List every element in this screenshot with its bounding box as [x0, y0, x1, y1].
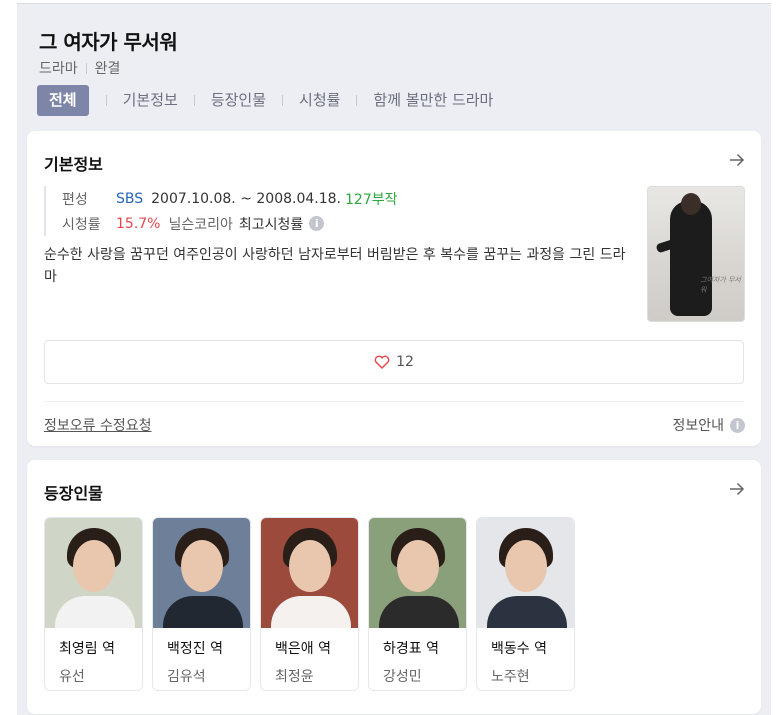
tab-basic-info[interactable]: 기본정보 — [123, 85, 178, 116]
drama-meta: 드라마 완결 — [39, 58, 120, 78]
broadcaster-link[interactable]: SBS — [116, 191, 143, 207]
heart-outline-icon — [374, 355, 390, 369]
tab-all[interactable]: 전체 — [37, 85, 89, 116]
cast-card-item[interactable]: 백동수 역 노주현 — [476, 517, 575, 691]
tab-divider — [282, 95, 284, 106]
info-icon[interactable]: i — [309, 216, 325, 231]
cast-title[interactable]: 등장인물 — [44, 480, 103, 504]
rating-value: 15.7% — [116, 215, 161, 232]
poster-head — [681, 193, 701, 215]
report-error-link[interactable]: 정보오류 수정요청 — [44, 415, 152, 435]
tab-related-dramas[interactable]: 함께 볼만한 드라마 — [373, 85, 493, 116]
cast-actor: 유선 — [59, 669, 85, 685]
card-divider — [44, 401, 744, 402]
rating-label: 시청률 — [62, 216, 101, 233]
tab-divider — [105, 95, 107, 106]
cast-actor: 노주현 — [491, 669, 530, 685]
cast-face — [73, 540, 115, 592]
drama-title: 그 여자가 무서워 — [39, 30, 178, 54]
cast-photo — [261, 518, 358, 628]
cast-face — [181, 540, 223, 592]
status-label: 완결 — [94, 61, 121, 77]
cast-card-item[interactable]: 최영림 역 유선 — [44, 517, 143, 691]
cast-clothes — [55, 596, 135, 628]
cast-photo — [45, 518, 142, 628]
cast-actor: 최정윤 — [275, 669, 314, 685]
cast-face — [289, 540, 331, 592]
cast-list: 최영림 역 유선 백정진 역 김유석 백은애 역 최정윤 하경표 역 강성민 백… — [44, 517, 584, 691]
cast-face — [505, 540, 547, 592]
cast-clothes — [163, 596, 243, 628]
tab-divider — [193, 95, 195, 106]
cast-role: 최영림 역 — [59, 641, 115, 657]
cast-card-item[interactable]: 백정진 역 김유석 — [152, 517, 251, 691]
cast-role: 하경표 역 — [383, 641, 439, 657]
cast-role: 백정진 역 — [167, 641, 223, 657]
like-button[interactable]: 12 — [44, 340, 744, 384]
poster-text: 그여자가 무서워 — [700, 276, 741, 294]
cast-clothes — [487, 596, 567, 628]
tab-bar: 전체 기본정보 등장인물 시청률 함께 볼만한 드라마 — [37, 85, 493, 116]
cast-card-item[interactable]: 백은애 역 최정윤 — [260, 517, 359, 691]
cast-actor: 김유석 — [167, 669, 206, 685]
cast-photo — [477, 518, 574, 628]
broadcast-row: 편성 SBS 2007.10.08. ~ 2008.04.18. 127부작 — [62, 186, 397, 211]
drama-description: 순수한 사랑을 꿈꾸던 여주인공이 사랑하던 남자로부터 버림받은 후 복수를 … — [44, 247, 626, 285]
broadcast-period: 2007.10.08. ~ 2008.04.18. — [151, 190, 341, 207]
cast-role: 백은애 역 — [275, 641, 331, 657]
genre-label: 드라마 — [39, 61, 78, 77]
like-count: 12 — [396, 354, 414, 370]
drama-poster[interactable]: 그여자가 무서워 — [647, 186, 745, 322]
cast-clothes — [379, 596, 459, 628]
cast-clothes — [271, 596, 351, 628]
poster-figure — [670, 201, 712, 316]
cast-face — [397, 540, 439, 592]
basic-info-card: 기본정보 편성 SBS 2007.10.08. ~ 2008.04.18. 12… — [27, 131, 761, 446]
tab-cast[interactable]: 등장인물 — [211, 85, 266, 116]
drama-info-panel: 그 여자가 무서워 드라마 완결 전체 기본정보 등장인물 시청률 함께 볼만한… — [17, 3, 771, 715]
info-guide[interactable]: 정보안내 i — [672, 415, 745, 435]
info-guide-label: 정보안내 — [672, 418, 724, 434]
arrow-right-icon[interactable] — [729, 153, 745, 167]
rating-source: 닐슨코리아 — [168, 216, 233, 233]
episode-count: 127부작 — [345, 191, 398, 208]
meta-divider — [85, 62, 87, 74]
info-icon: i — [730, 417, 745, 433]
broadcast-info: 편성 SBS 2007.10.08. ~ 2008.04.18. 127부작 시… — [44, 186, 397, 236]
cast-card: 등장인물 최영림 역 유선 백정진 역 김유석 백은애 역 최정윤 하경표 역 … — [27, 460, 761, 714]
broadcast-label: 편성 — [62, 191, 88, 208]
cast-card-item[interactable]: 하경표 역 강성민 — [368, 517, 467, 691]
rating-type: 최고시청률 — [238, 216, 304, 233]
cast-actor: 강성민 — [383, 669, 422, 685]
cast-photo — [369, 518, 466, 628]
tab-divider — [356, 95, 358, 106]
cast-photo — [153, 518, 250, 628]
cast-role: 백동수 역 — [491, 641, 547, 657]
arrow-right-icon[interactable] — [729, 482, 745, 496]
rating-row: 시청률 15.7% 닐슨코리아 최고시청률 i — [62, 211, 397, 236]
tab-ratings[interactable]: 시청률 — [299, 85, 340, 116]
basic-info-title[interactable]: 기본정보 — [44, 151, 103, 175]
